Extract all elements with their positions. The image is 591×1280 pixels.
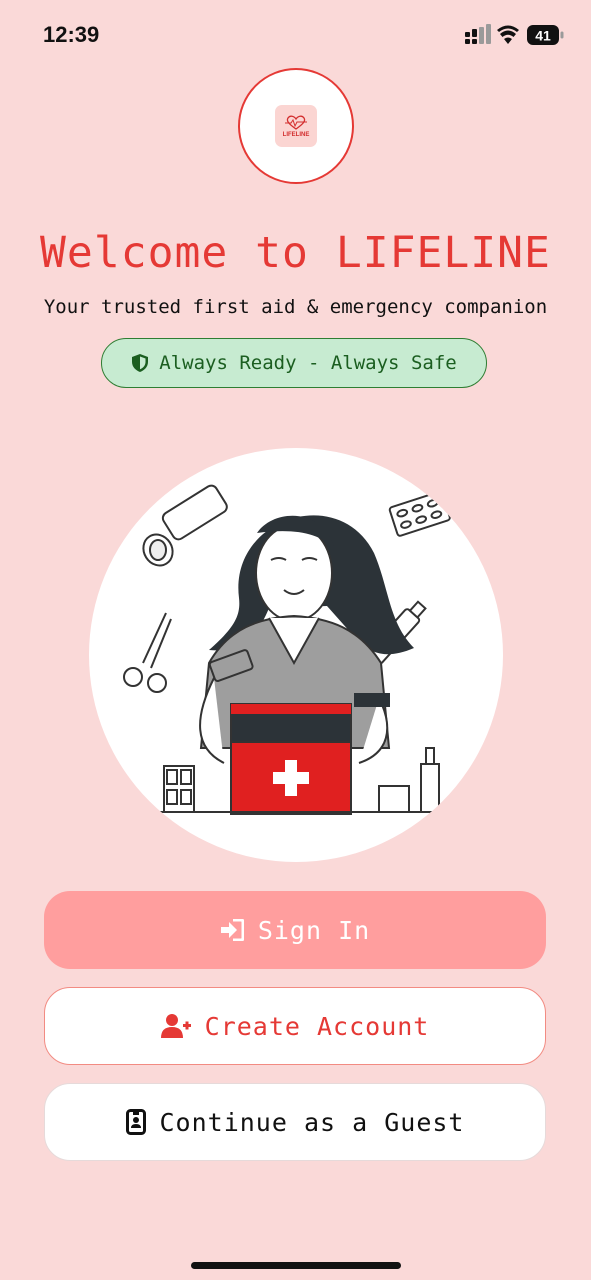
guest-button[interactable]: Continue as a Guest bbox=[44, 1083, 546, 1161]
app-logo: LIFELINE bbox=[238, 68, 354, 184]
logo-badge: LIFELINE bbox=[275, 105, 317, 147]
wifi-icon bbox=[497, 25, 519, 44]
sign-in-label: Sign In bbox=[257, 915, 371, 945]
flashlight-icon bbox=[142, 484, 228, 567]
status-badge-label: Always Ready - Always Safe bbox=[159, 352, 457, 374]
id-badge-icon bbox=[125, 1109, 146, 1135]
sign-in-button[interactable]: Sign In bbox=[44, 891, 546, 969]
pill-pack-icon bbox=[388, 490, 451, 537]
subtitle: Your trusted first aid & emergency compa… bbox=[43, 296, 548, 318]
status-icons: 41 bbox=[465, 24, 564, 45]
status-badge: Always Ready - Always Safe bbox=[101, 338, 487, 388]
create-account-button[interactable]: Create Account bbox=[44, 987, 546, 1065]
logo-text: LIFELINE bbox=[282, 131, 310, 138]
face bbox=[255, 524, 333, 622]
sign-in-icon bbox=[220, 919, 244, 941]
first-aid-illustration-art bbox=[123, 484, 451, 815]
home-indicator[interactable] bbox=[191, 1262, 401, 1269]
first-aid-illustration bbox=[89, 448, 503, 862]
battery-level: 41 bbox=[535, 28, 551, 44]
shield-icon bbox=[132, 354, 149, 372]
heart-icon bbox=[285, 115, 307, 130]
signal-icon bbox=[465, 24, 491, 44]
status-time: 12:39 bbox=[43, 22, 100, 47]
battery-icon: 41 bbox=[527, 25, 564, 45]
first-aid-box-icon bbox=[230, 703, 352, 815]
user-plus-icon bbox=[160, 1014, 191, 1038]
status-bar: 12:39 41 bbox=[0, 0, 591, 70]
page-title: Welcome to LIFELINE bbox=[40, 228, 551, 278]
guest-label: Continue as a Guest bbox=[159, 1107, 465, 1137]
scissors-icon bbox=[123, 612, 172, 693]
create-account-label: Create Account bbox=[204, 1011, 430, 1041]
